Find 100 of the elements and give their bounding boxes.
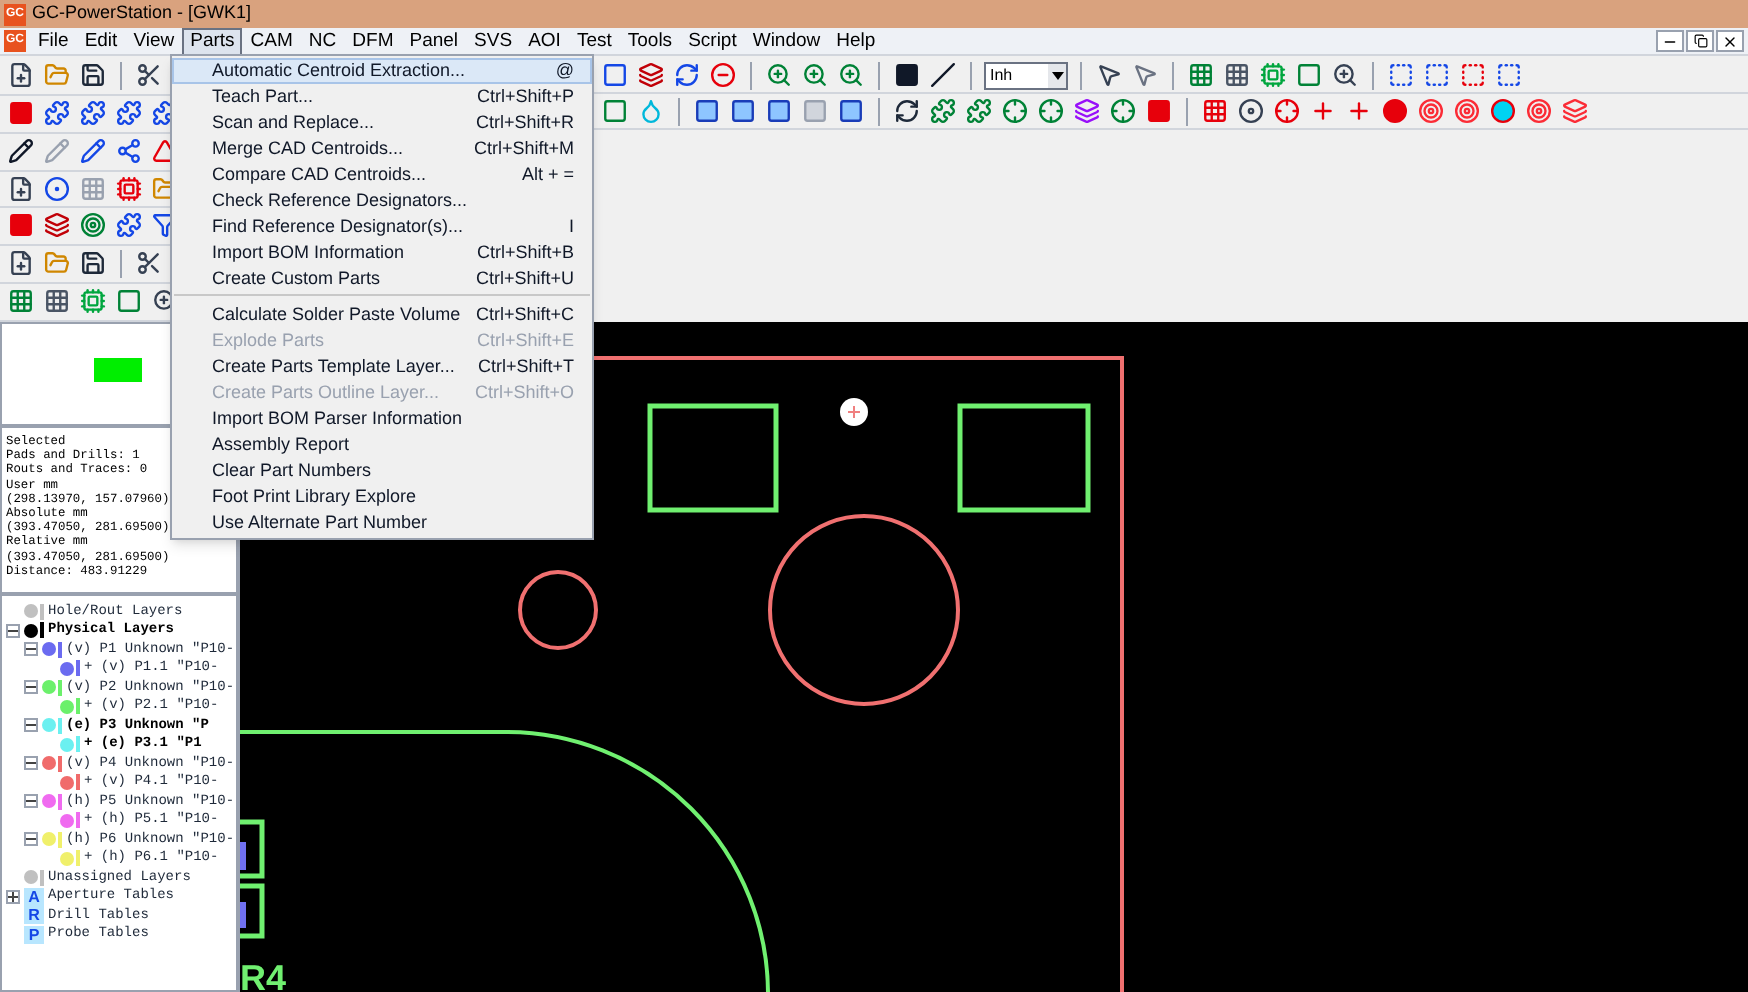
- pencil-icon[interactable]: [78, 135, 108, 166]
- target-icon[interactable]: [78, 210, 108, 241]
- filled-square-icon[interactable]: [6, 97, 36, 128]
- menu-option[interactable]: Teach Part... Ctrl+Shift+P: [172, 84, 592, 110]
- square-icon[interactable]: [764, 96, 794, 126]
- plus-icon[interactable]: [1308, 96, 1338, 126]
- zoom-icon[interactable]: [836, 60, 866, 90]
- menu-option[interactable]: Merge CAD Centroids... Ctrl+Shift+M: [172, 136, 592, 162]
- menu-item[interactable]: NC: [300, 27, 345, 55]
- part-icon[interactable]: [928, 96, 958, 126]
- zoom-icon[interactable]: [1330, 60, 1360, 90]
- square-icon[interactable]: [728, 96, 758, 126]
- part-icon[interactable]: [114, 97, 144, 128]
- grid-icon[interactable]: [1200, 96, 1230, 126]
- plus-icon[interactable]: [1344, 96, 1374, 126]
- zoom-icon[interactable]: [800, 60, 830, 90]
- refresh-icon[interactable]: [892, 96, 922, 126]
- menu-option[interactable]: Automatic Centroid Extraction... @: [172, 58, 592, 84]
- units-dropdown[interactable]: Inh: [984, 61, 1068, 89]
- cut-icon[interactable]: [134, 248, 164, 279]
- target-icon[interactable]: [1524, 96, 1554, 126]
- menu-option[interactable]: Use Alternate Part Number: [172, 510, 592, 536]
- save-icon[interactable]: [78, 248, 108, 279]
- close-button[interactable]: [1716, 30, 1744, 52]
- disc-icon[interactable]: [42, 173, 72, 204]
- target-icon[interactable]: [1452, 96, 1482, 126]
- layers-icon[interactable]: [636, 60, 666, 90]
- menu-item[interactable]: Panel: [401, 27, 467, 55]
- menu-item[interactable]: File: [30, 27, 77, 55]
- zoom-icon[interactable]: [764, 60, 794, 90]
- menu-item[interactable]: SVS: [466, 27, 521, 55]
- menu-option[interactable]: Find Reference Designator(s)... I: [172, 214, 592, 240]
- expand-icon[interactable]: [6, 889, 20, 904]
- dashed-square-icon[interactable]: [1386, 60, 1416, 90]
- layers-icon[interactable]: [1560, 96, 1590, 126]
- part-icon[interactable]: [42, 97, 72, 128]
- collapse-icon[interactable]: [24, 718, 38, 733]
- menu-item[interactable]: Parts: [182, 27, 243, 55]
- layers-icon[interactable]: [42, 210, 72, 241]
- layers-icon[interactable]: [1072, 96, 1102, 126]
- target-icon[interactable]: [1416, 96, 1446, 126]
- new-file-icon[interactable]: [6, 173, 36, 204]
- pointer-icon[interactable]: [1130, 60, 1160, 90]
- crosshair-icon[interactable]: [1272, 96, 1302, 126]
- menu-item[interactable]: Test: [568, 27, 620, 55]
- restore-button[interactable]: [1686, 30, 1714, 52]
- menu-option[interactable]: Import BOM Information Ctrl+Shift+B: [172, 240, 592, 266]
- menu-option[interactable]: Foot Print Library Explore: [172, 484, 592, 510]
- new-file-icon[interactable]: [6, 60, 36, 90]
- collapse-icon[interactable]: [24, 794, 38, 809]
- circle-icon[interactable]: [1488, 96, 1518, 126]
- part-icon[interactable]: [78, 97, 108, 128]
- menu-item[interactable]: DFM: [344, 27, 402, 55]
- line-icon[interactable]: [928, 60, 958, 90]
- part-icon[interactable]: [964, 96, 994, 126]
- cut-icon[interactable]: [134, 60, 164, 90]
- filled-square-icon[interactable]: [6, 210, 36, 241]
- menu-item[interactable]: Help: [828, 27, 884, 55]
- grid-icon[interactable]: [1222, 60, 1252, 90]
- dashed-square-icon[interactable]: [1458, 60, 1488, 90]
- grid-icon[interactable]: [6, 286, 36, 317]
- disc-icon[interactable]: [1236, 96, 1266, 126]
- chip-icon[interactable]: [114, 173, 144, 204]
- menu-option[interactable]: Scan and Replace... Ctrl+Shift+R: [172, 110, 592, 136]
- new-file-icon[interactable]: [6, 248, 36, 279]
- pointer-icon[interactable]: [1094, 60, 1124, 90]
- nodes-icon[interactable]: [114, 135, 144, 166]
- pencil-icon[interactable]: [6, 135, 36, 166]
- menu-option[interactable]: Create Custom Parts Ctrl+Shift+U: [172, 266, 592, 292]
- square-icon[interactable]: [114, 286, 144, 317]
- dashed-square-icon[interactable]: [1494, 60, 1524, 90]
- square-icon[interactable]: [600, 60, 630, 90]
- collapse-icon[interactable]: [24, 680, 38, 695]
- menu-option[interactable]: Assembly Report: [172, 432, 592, 458]
- collapse-icon[interactable]: [24, 756, 38, 771]
- menu-option[interactable]: Clear Part Numbers: [172, 458, 592, 484]
- dashed-square-icon[interactable]: [1422, 60, 1452, 90]
- menu-item[interactable]: AOI: [520, 27, 569, 55]
- circle-icon[interactable]: [1380, 96, 1410, 126]
- collapse-icon[interactable]: [24, 642, 38, 657]
- grid-icon[interactable]: [1186, 60, 1216, 90]
- crosshair-icon[interactable]: [1000, 96, 1030, 126]
- menu-option[interactable]: Create Parts Template Layer... Ctrl+Shift+T: [172, 354, 592, 380]
- square-icon[interactable]: [836, 96, 866, 126]
- filled-square-icon[interactable]: [1144, 96, 1174, 126]
- minimize-button[interactable]: [1656, 30, 1684, 52]
- crosshair-icon[interactable]: [1036, 96, 1066, 126]
- menu-item[interactable]: Tools: [619, 27, 681, 55]
- menu-item[interactable]: Script: [680, 27, 745, 55]
- menu-option[interactable]: Compare CAD Centroids... Alt + =: [172, 162, 592, 188]
- part-icon[interactable]: [114, 210, 144, 241]
- save-icon[interactable]: [78, 60, 108, 90]
- menu-item[interactable]: View: [125, 27, 183, 55]
- square-icon[interactable]: [1294, 60, 1324, 90]
- menu-option[interactable]: Check Reference Designators...: [172, 188, 592, 214]
- square-icon[interactable]: [692, 96, 722, 126]
- menu-option[interactable]: Import BOM Parser Information: [172, 406, 592, 432]
- menu-option[interactable]: Calculate Solder Paste Volume Ctrl+Shift+C: [172, 292, 592, 328]
- square-icon[interactable]: [600, 96, 630, 126]
- menu-item[interactable]: CAM: [242, 27, 301, 55]
